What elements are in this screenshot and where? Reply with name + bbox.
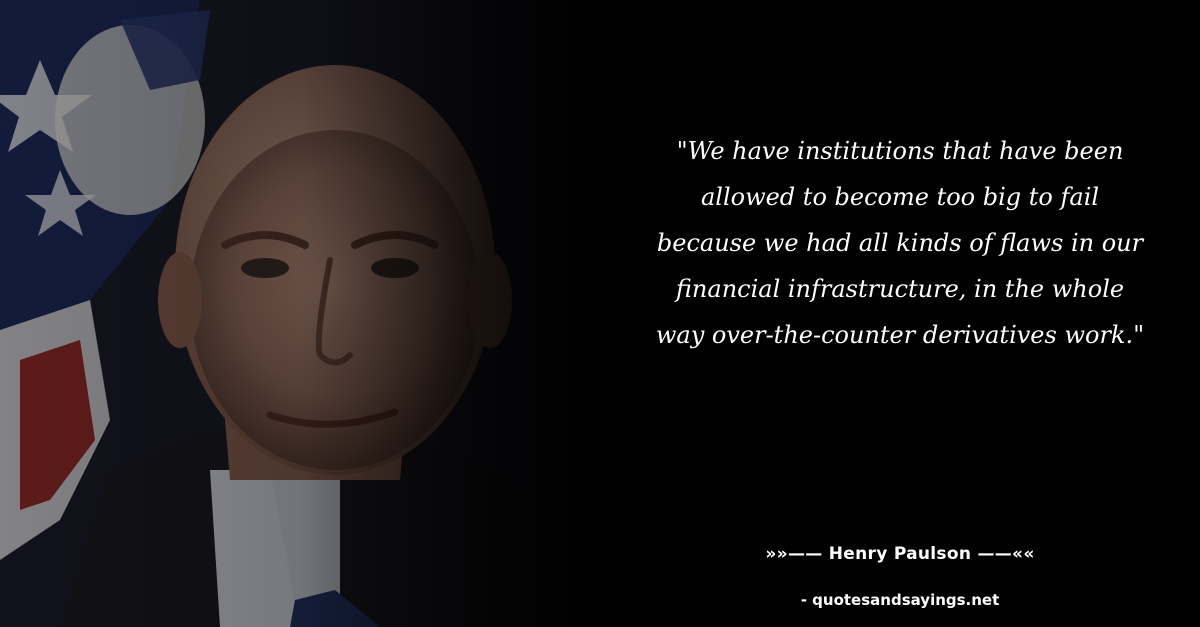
author-attribution: »»—— Henry Paulson ——«« bbox=[765, 544, 1035, 564]
site-credit: - quotesandsayings.net bbox=[800, 591, 1000, 609]
quote-text: "We have institutions that have been all… bbox=[655, 137, 1145, 349]
quote-card: "We have institutions that have been all… bbox=[0, 0, 1200, 627]
